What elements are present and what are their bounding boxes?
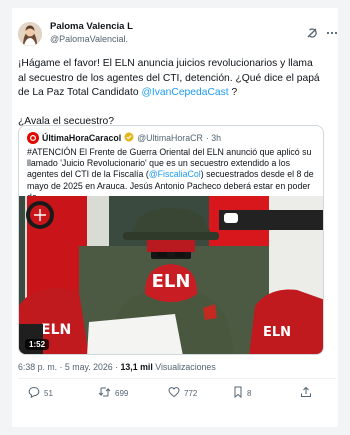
repost-button[interactable]: 699: [98, 386, 128, 400]
quoted-tweet[interactable]: ÚltimaHoraCaracol @UltimaHoraCR · 3h #AT…: [18, 125, 324, 355]
bookmark-count: 8: [247, 388, 252, 398]
share-button[interactable]: [300, 386, 312, 400]
more-icon[interactable]: [326, 26, 338, 44]
repost-count: 699: [115, 388, 129, 398]
author-name[interactable]: Paloma Valencia L: [50, 21, 133, 32]
tweet-meta: 6:38 p. m. · 5 may. 2026 · 13,1 mil Visu…: [18, 362, 216, 372]
views-count: 13,1 mil: [120, 362, 153, 372]
mention-link[interactable]: @IvanCepedaCast: [141, 87, 228, 98]
video-thumbnail[interactable]: ELN ELN ELN 1:52: [19, 196, 323, 354]
tweet-timestamp[interactable]: 6:38 p. m. · 5 may. 2026 ·: [18, 362, 121, 372]
avatar[interactable]: [18, 22, 42, 46]
reply-button[interactable]: 51: [28, 386, 53, 400]
author-handle[interactable]: @PalomaValencial.: [50, 34, 133, 44]
tweet-text-part1-end: ?: [228, 87, 238, 98]
quote-text: #ATENCIÓN El Frente de Guerra Oriental d…: [27, 147, 319, 203]
heart-icon: [168, 386, 180, 400]
quote-mention-link[interactable]: @FiscaliaCol: [149, 169, 201, 179]
quote-avatar: [27, 132, 39, 144]
tweet-header: Paloma Valencia L @PalomaValencial.: [18, 20, 338, 54]
reply-icon: [28, 386, 40, 400]
views-label: Visualizaciones: [155, 362, 216, 372]
sleeve-text-left: ELN: [41, 322, 71, 338]
repost-icon: [98, 386, 111, 400]
video-duration: 1:52: [25, 339, 50, 350]
tweet-text: ¡Hágame el favor! El ELN anuncia juicios…: [18, 57, 323, 129]
like-count: 772: [184, 388, 198, 398]
bookmark-icon: [233, 386, 243, 400]
bookmark-button[interactable]: 8: [233, 386, 251, 400]
reply-count: 51: [44, 388, 53, 398]
action-bar: 51 699 772 8: [18, 386, 322, 400]
share-icon: [300, 386, 312, 400]
like-button[interactable]: 772: [168, 386, 197, 400]
sleeve-text-right: ELN: [263, 325, 291, 340]
mask-text: ELN: [152, 271, 191, 292]
quote-time: · 3h: [205, 133, 222, 143]
video-scene: ELN ELN ELN: [19, 196, 323, 354]
grok-icon[interactable]: [306, 26, 318, 44]
avatar-image: [18, 22, 42, 46]
quote-author-handle[interactable]: @UltimaHoraCR: [137, 133, 203, 143]
verified-gold-icon: [124, 132, 134, 144]
quote-author-name[interactable]: ÚltimaHoraCaracol: [42, 133, 121, 143]
divider: [18, 378, 336, 379]
